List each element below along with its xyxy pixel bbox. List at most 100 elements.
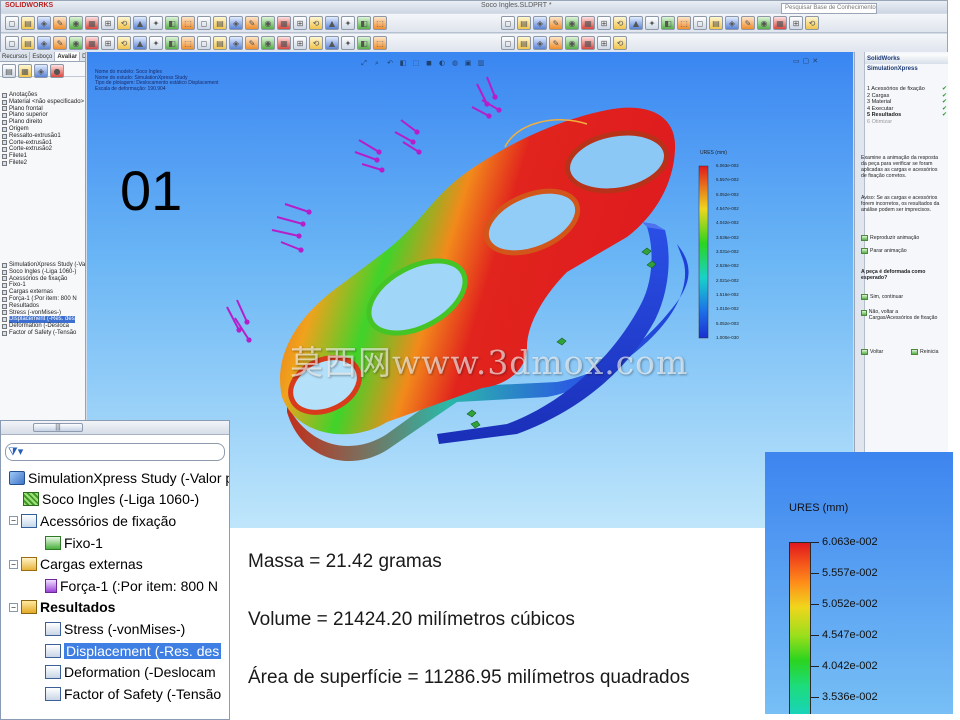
sketch-icon[interactable]: ✎ (549, 36, 563, 50)
rotate-icon[interactable]: ⟲ (805, 16, 819, 30)
cut-icon[interactable]: ▦ (773, 16, 787, 30)
extrude-icon[interactable]: ◉ (757, 16, 771, 30)
view-icon[interactable]: ⬚ (373, 36, 387, 50)
no-go-back-link[interactable]: Não, voltar a Cargas/Acessórios de fixaç… (861, 309, 943, 321)
wizard-step-1[interactable]: 1 Acessórios de fixação ✔ (867, 85, 947, 93)
plane-icon[interactable]: ▲ (325, 16, 339, 30)
feature-tree-item[interactable]: Anotações (2, 92, 84, 99)
filter-icon[interactable]: ⧩▾ (8, 445, 23, 459)
sketch-icon[interactable]: ✎ (549, 16, 563, 30)
sim-tree-item[interactable]: SimulationXpress Study (-Valor p (2, 262, 85, 269)
tree-item[interactable]: − Acessórios de fixação (5, 510, 229, 532)
tab-0[interactable]: Recursos (0, 52, 31, 61)
sim-tree-item[interactable]: Displacement (-Res. des (2, 316, 85, 324)
sim-tree-item[interactable]: Resultados (2, 303, 85, 310)
collapse-toggle-icon[interactable]: − (9, 602, 18, 612)
feature-tree-item[interactable]: Filete2 (2, 160, 84, 167)
save-icon[interactable]: ◈ (229, 16, 243, 30)
plane-icon[interactable]: ▲ (133, 36, 147, 50)
section-icon[interactable]: ◧ (357, 36, 371, 50)
extrude-icon[interactable]: ◉ (565, 16, 579, 30)
feature-icon[interactable]: ✦ (149, 16, 163, 30)
tree-filter-box[interactable] (5, 443, 225, 461)
open-icon[interactable]: ▤ (21, 16, 35, 30)
fillet-icon[interactable]: ⊞ (597, 36, 611, 50)
fillet-icon[interactable]: ⊞ (293, 36, 307, 50)
sim-tree-item[interactable]: Cargas externas (2, 289, 85, 296)
section-icon[interactable]: ◧ (661, 16, 675, 30)
feature-tree-item[interactable]: Corte-extrusão2 (2, 146, 84, 153)
fillet-icon[interactable]: ⊞ (597, 16, 611, 30)
save-icon[interactable]: ◈ (37, 36, 51, 50)
section-icon[interactable]: ◧ (165, 36, 179, 50)
tree-item[interactable]: Deformation (-Deslocam (5, 661, 229, 683)
save-icon[interactable]: ◈ (533, 16, 547, 30)
plane-icon[interactable]: ▲ (629, 16, 643, 30)
sketch-icon[interactable]: ✎ (53, 36, 67, 50)
view-icon[interactable]: ⬚ (181, 36, 195, 50)
tree-item[interactable]: − Resultados (5, 597, 229, 619)
new-doc-icon[interactable]: ◻ (501, 36, 515, 50)
extrude-icon[interactable]: ◉ (261, 36, 275, 50)
tree-item[interactable]: Displacement (-Res. des (5, 640, 229, 662)
appearance-icon[interactable]: ● (50, 64, 64, 78)
knowledge-search-input[interactable]: Pesquisar Base de Conhecimento (781, 3, 877, 14)
back-button[interactable]: Voltar (861, 349, 883, 355)
wizard-step-4[interactable]: 4 Executar ✔ (867, 105, 947, 113)
sketch-icon[interactable]: ✎ (245, 36, 259, 50)
extrude-icon[interactable]: ◉ (69, 16, 83, 30)
tree-item[interactable]: Fixo-1 (5, 532, 229, 554)
sketch-icon[interactable]: ✎ (741, 16, 755, 30)
sim-tree-item[interactable]: Deformation (-Desloca (2, 323, 85, 330)
new-doc-icon[interactable]: ◻ (5, 16, 19, 30)
sim-tree-item[interactable]: Stress (-vonMises-) (2, 310, 85, 317)
fillet-icon[interactable]: ⊞ (101, 36, 115, 50)
wizard-step-2[interactable]: 2 Cargas ✔ (867, 92, 947, 100)
save-icon[interactable]: ◈ (533, 36, 547, 50)
sketch-icon[interactable]: ✎ (53, 16, 67, 30)
tree-item[interactable]: Stress (-vonMises-) (5, 618, 229, 640)
section-icon[interactable]: ◧ (165, 16, 179, 30)
feature-tree-item[interactable]: Ressalto-extrusão1 (2, 133, 84, 140)
tree-item[interactable]: Factor of Safety (-Tensão (5, 683, 229, 705)
new-doc-icon[interactable]: ◻ (5, 36, 19, 50)
stop-animation-link[interactable]: Parar animação (861, 248, 907, 254)
save-icon[interactable]: ◈ (229, 36, 243, 50)
new-doc-icon[interactable]: ◻ (197, 16, 211, 30)
open-icon[interactable]: ▤ (517, 36, 531, 50)
rotate-icon[interactable]: ⟲ (309, 16, 323, 30)
wizard-step-3[interactable]: 3 Material ✔ (867, 99, 947, 106)
extrude-icon[interactable]: ◉ (261, 16, 275, 30)
collapse-toggle-icon[interactable]: − (9, 559, 18, 569)
sim-tree-item[interactable]: Força-1 (:Por item: 800 N (2, 296, 85, 303)
collapse-toggle-icon[interactable]: − (9, 516, 18, 526)
view-icon[interactable]: ⬚ (373, 16, 387, 30)
sim-tree-item[interactable]: Factor of Safety (-Tensão (2, 330, 85, 337)
configuration-icon[interactable]: ◈ (34, 64, 48, 78)
fillet-icon[interactable]: ⊞ (293, 16, 307, 30)
save-icon[interactable]: ◈ (37, 16, 51, 30)
play-animation-link[interactable]: Reproduzir animação (861, 235, 919, 241)
feature-icon[interactable]: ✦ (645, 16, 659, 30)
feature-tree-item[interactable]: Plano frontal (2, 106, 84, 113)
feature-tree-item[interactable]: Corte-extrusão1 (2, 140, 84, 147)
extrude-icon[interactable]: ◉ (565, 36, 579, 50)
view-icon[interactable]: ⬚ (677, 16, 691, 30)
new-doc-icon[interactable]: ◻ (693, 16, 707, 30)
feature-tree-item[interactable]: Plano direito (2, 119, 84, 126)
open-icon[interactable]: ▤ (213, 16, 227, 30)
new-doc-icon[interactable]: ◻ (197, 36, 211, 50)
open-icon[interactable]: ▤ (21, 36, 35, 50)
restart-button[interactable]: Reinicia (911, 349, 938, 355)
plane-icon[interactable]: ▲ (133, 16, 147, 30)
wizard-step-5[interactable]: 5 Resultados ✔ (867, 112, 947, 119)
tree-item[interactable]: Soco Ingles (-Liga 1060-) (5, 489, 229, 511)
property-manager-icon[interactable]: ▦ (18, 64, 32, 78)
open-icon[interactable]: ▤ (517, 16, 531, 30)
cut-icon[interactable]: ▦ (85, 36, 99, 50)
save-icon[interactable]: ◈ (725, 16, 739, 30)
rotate-icon[interactable]: ⟲ (613, 36, 627, 50)
feature-icon[interactable]: ✦ (341, 36, 355, 50)
feature-icon[interactable]: ✦ (341, 16, 355, 30)
yes-continue-link[interactable]: Sim, continuar (861, 294, 903, 300)
